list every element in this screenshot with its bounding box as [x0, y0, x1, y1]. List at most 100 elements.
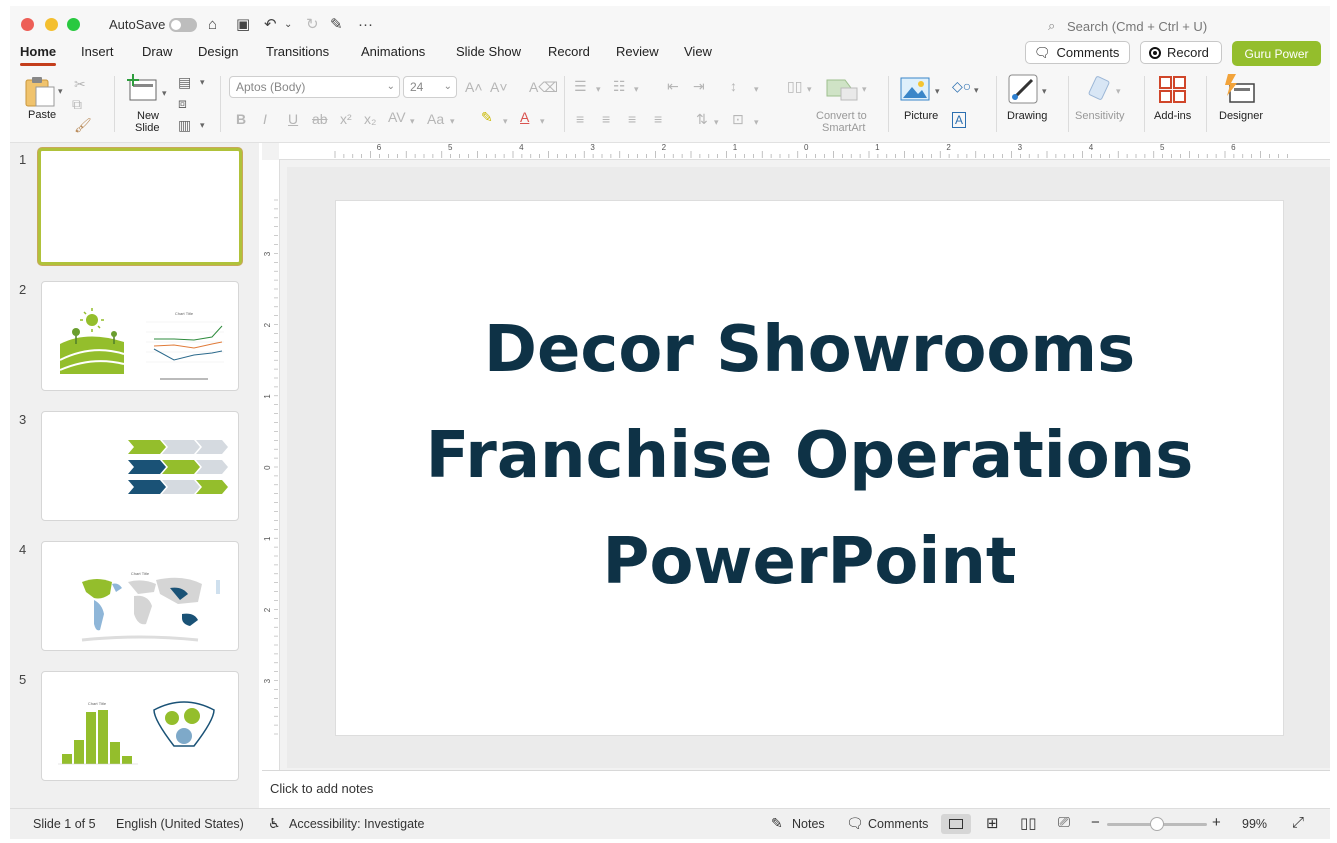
zoom-level[interactable]: 99% — [1242, 817, 1267, 831]
columns-icon[interactable]: ▯▯ — [787, 79, 802, 93]
autosave-toggle[interactable] — [169, 18, 197, 32]
language-indicator[interactable]: English (United States) — [116, 817, 244, 831]
superscript-icon[interactable]: x² — [340, 112, 352, 126]
slide-canvas[interactable]: Decor Showrooms Franchise Operations Pow… — [336, 201, 1283, 735]
text-direction-dropdown-icon[interactable]: ▾ — [714, 115, 719, 129]
bullets-dropdown-icon[interactable]: ▾ — [596, 82, 601, 96]
slide-title-line-2[interactable]: Franchise Operations — [336, 419, 1283, 493]
tab-slide-show[interactable]: Slide Show — [456, 44, 521, 59]
slide-thumbnail-2[interactable]: Chart Title — [41, 281, 239, 391]
character-spacing-dropdown-icon[interactable]: ▾ — [410, 114, 415, 128]
line-spacing-dropdown-icon[interactable]: ▾ — [754, 82, 759, 96]
tab-transitions[interactable]: Transitions — [266, 44, 329, 59]
font-color-icon[interactable]: A — [520, 110, 529, 124]
guru-power-button[interactable]: Guru Power — [1232, 41, 1321, 66]
underline-icon[interactable]: U — [288, 112, 298, 126]
font-color-dropdown-icon[interactable]: ▾ — [540, 114, 545, 128]
cut-icon[interactable]: ✂ — [74, 77, 86, 91]
tab-record[interactable]: Record — [548, 44, 590, 59]
close-window-button[interactable] — [21, 18, 34, 31]
layout-dropdown-icon[interactable]: ▾ — [200, 75, 205, 89]
designer-icon[interactable] — [1224, 74, 1258, 106]
paste-dropdown-icon[interactable]: ▾ — [58, 84, 63, 98]
normal-view-button[interactable] — [941, 814, 971, 834]
increase-indent-icon[interactable]: ⇥ — [693, 79, 705, 93]
accessibility-status[interactable]: Accessibility: Investigate — [289, 817, 424, 831]
font-size-select[interactable]: 24 ⌄ — [403, 76, 457, 98]
line-spacing-icon[interactable]: ↕ — [730, 79, 737, 93]
smartart-dropdown-icon[interactable]: ▾ — [862, 82, 867, 96]
record-button[interactable]: Record — [1140, 41, 1222, 64]
subscript-icon[interactable]: x₂ — [364, 112, 376, 126]
bold-icon[interactable]: B — [236, 112, 246, 126]
save-as-icon[interactable]: ✎ — [330, 17, 343, 33]
format-painter-icon[interactable]: 🖌 — [74, 118, 92, 132]
tab-view[interactable]: View — [684, 44, 712, 59]
zoom-window-button[interactable] — [67, 18, 80, 31]
fit-to-window-icon[interactable]: ⤢ — [1292, 814, 1304, 831]
search-input[interactable]: Search (Cmd + Ctrl + U) — [1067, 19, 1207, 34]
clear-formatting-icon[interactable]: A⌫ — [529, 80, 558, 94]
increase-font-icon[interactable]: A˄ — [465, 80, 483, 94]
zoom-out-button[interactable]: − — [1091, 814, 1100, 831]
notes-pane[interactable]: Click to add notes — [262, 770, 1330, 809]
change-case-dropdown-icon[interactable]: ▾ — [450, 114, 455, 128]
slide-thumbnail-1[interactable] — [38, 148, 242, 265]
align-text-icon[interactable]: ⊡ — [732, 112, 744, 126]
add-ins-icon[interactable] — [1159, 76, 1187, 104]
slide-title-line-1[interactable]: Decor Showrooms — [336, 313, 1283, 387]
slide-thumbnail-3[interactable] — [41, 411, 239, 521]
text-box-icon[interactable]: A — [952, 112, 967, 128]
new-slide-icon[interactable] — [127, 74, 161, 104]
align-center-icon[interactable]: ≡ — [602, 112, 610, 126]
save-icon[interactable]: ▣ — [236, 17, 250, 33]
undo-icon[interactable]: ↶ — [264, 17, 277, 33]
section-dropdown-icon[interactable]: ▾ — [200, 118, 205, 132]
home-icon[interactable]: ⌂ — [208, 17, 217, 33]
layout-icon[interactable]: ▤ — [178, 75, 191, 89]
picture-icon[interactable] — [900, 77, 930, 101]
tab-review[interactable]: Review — [616, 44, 659, 59]
section-icon[interactable]: ▥ — [178, 118, 191, 132]
more-options-icon[interactable]: ··· — [358, 17, 373, 33]
paste-icon[interactable] — [24, 74, 58, 108]
slide-thumbnail-4[interactable]: Chart Title — [41, 541, 239, 651]
copy-icon[interactable]: ⧉ — [72, 97, 82, 111]
minimize-window-button[interactable] — [45, 18, 58, 31]
align-left-icon[interactable]: ≡ — [576, 112, 584, 126]
tab-design[interactable]: Design — [198, 44, 238, 59]
sensitivity-icon[interactable] — [1086, 74, 1116, 104]
tab-home[interactable]: Home — [20, 44, 57, 66]
drawing-icon[interactable] — [1008, 74, 1040, 106]
tab-draw[interactable]: Draw — [142, 44, 172, 59]
comments-toggle[interactable]: Comments — [868, 817, 928, 831]
align-right-icon[interactable]: ≡ — [628, 112, 636, 126]
numbering-dropdown-icon[interactable]: ▾ — [634, 82, 639, 96]
strikethrough-icon[interactable]: ab — [312, 112, 328, 126]
font-name-select[interactable]: Aptos (Body) ⌄ — [229, 76, 400, 98]
slide-thumbnail-5[interactable]: Chart Title — [41, 671, 239, 781]
decrease-font-icon[interactable]: A˅ — [490, 80, 508, 94]
slide-title-line-3[interactable]: PowerPoint — [336, 525, 1283, 599]
shapes-dropdown-icon[interactable]: ▾ — [974, 83, 979, 97]
drawing-dropdown-icon[interactable]: ▾ — [1042, 84, 1047, 98]
notes-placeholder[interactable]: Click to add notes — [270, 781, 373, 796]
redo-icon[interactable]: ↻ — [306, 17, 319, 33]
zoom-slider-thumb[interactable] — [1150, 817, 1164, 831]
text-direction-icon[interactable]: ⇅ — [696, 112, 708, 126]
sensitivity-dropdown-icon[interactable]: ▾ — [1116, 84, 1121, 98]
numbering-icon[interactable]: ☷ — [613, 79, 626, 93]
slide-show-icon[interactable]: ⎚ — [1058, 814, 1070, 831]
slide-sorter-icon[interactable]: ⊞ — [986, 814, 999, 832]
reset-icon[interactable]: ⧈ — [178, 96, 187, 110]
italic-icon[interactable]: I — [263, 112, 267, 126]
new-slide-dropdown-icon[interactable]: ▾ — [162, 86, 167, 100]
notes-toggle[interactable]: Notes — [792, 817, 825, 831]
bullets-icon[interactable]: ☰ — [574, 79, 587, 93]
change-case-icon[interactable]: Aa — [427, 112, 444, 126]
align-text-dropdown-icon[interactable]: ▾ — [754, 115, 759, 129]
comments-button[interactable]: 🗨 Comments — [1025, 41, 1130, 64]
zoom-in-button[interactable]: + — [1212, 814, 1221, 831]
picture-dropdown-icon[interactable]: ▾ — [935, 84, 940, 98]
tab-insert[interactable]: Insert — [81, 44, 114, 59]
